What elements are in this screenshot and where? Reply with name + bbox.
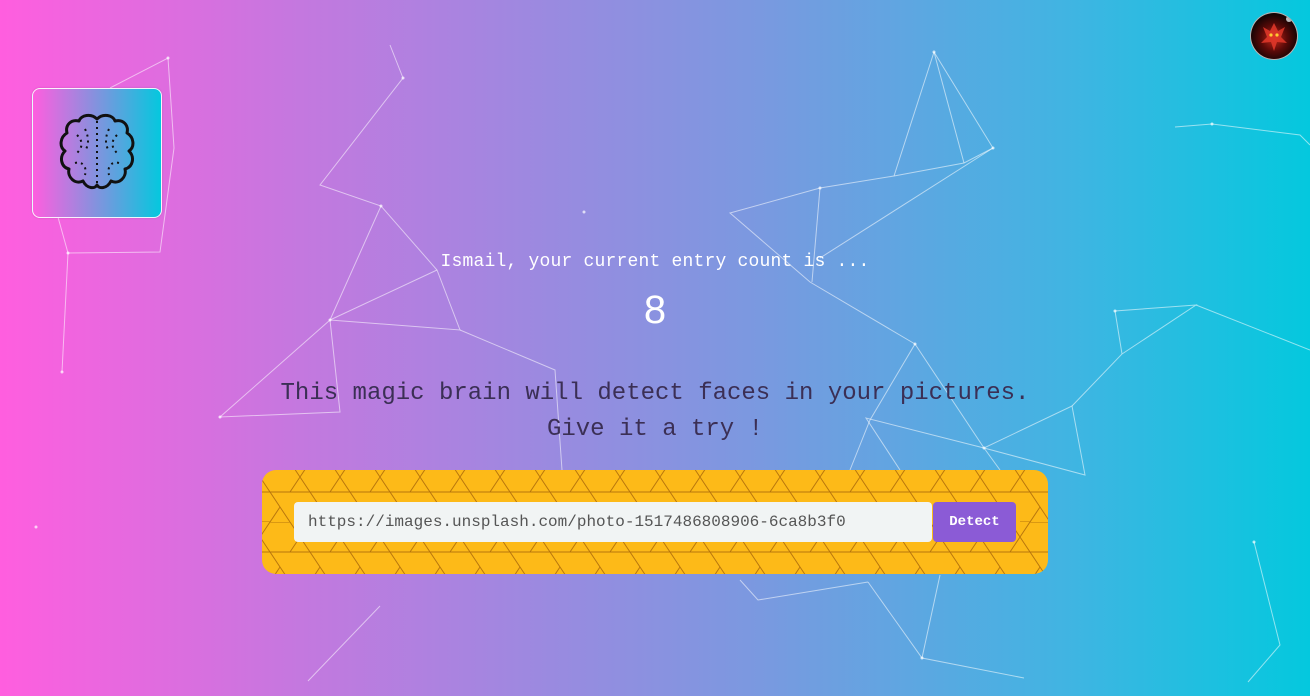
tagline-line-1: This magic brain will detect faces in yo… — [280, 380, 1030, 407]
brain-icon — [59, 113, 135, 190]
tagline: This magic brain will detect faces in yo… — [0, 376, 1310, 448]
logo-card — [32, 88, 162, 218]
image-url-form: Detect — [262, 470, 1048, 574]
tagline-line-2: Give it a try ! — [546, 416, 764, 443]
particle-network-background — [34, 44, 1310, 683]
detect-button[interactable]: Detect — [933, 502, 1016, 542]
image-url-input[interactable] — [294, 502, 932, 542]
profile-picture-icon — [1261, 16, 1292, 51]
entry-count-message: Ismail, your current entry count is ... — [440, 252, 870, 272]
avatar[interactable] — [1250, 12, 1298, 60]
entry-count-value: 8 — [643, 288, 667, 332]
